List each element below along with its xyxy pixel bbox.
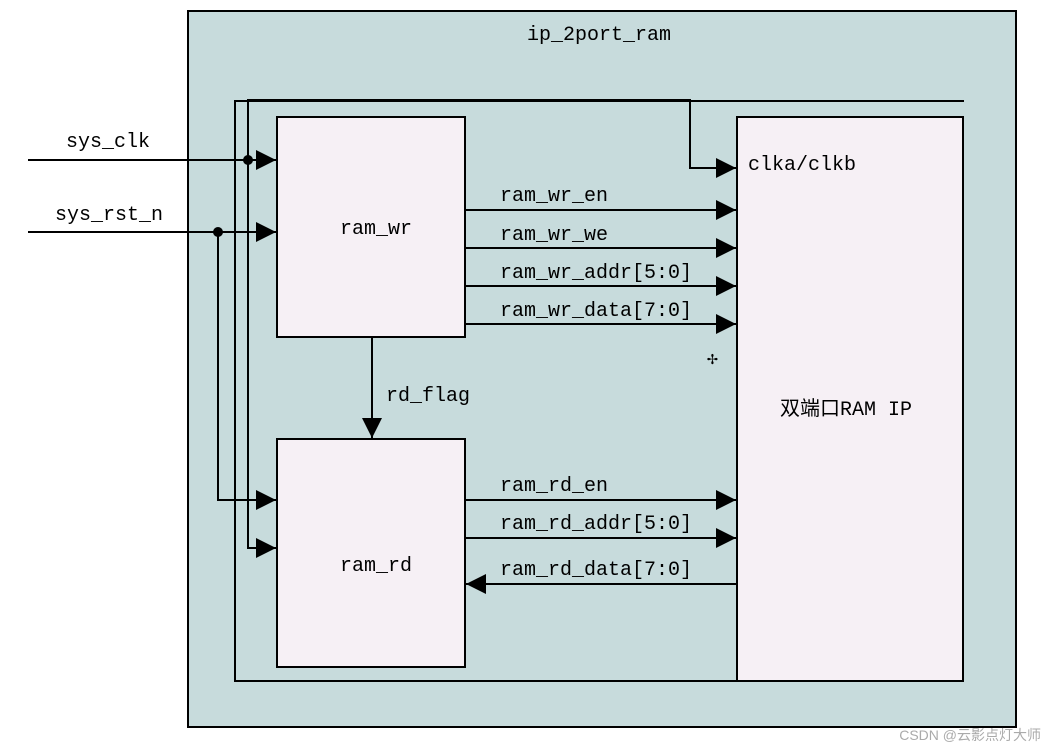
ram-wr-en-label: ram_wr_en [500,185,608,208]
clka-clkb-label: clka/clkb [748,154,856,177]
sys-clk-label: sys_clk [66,131,150,154]
ram-wr-label: ram_wr [340,218,412,241]
ram-rd-data-label: ram_rd_data[7:0] [500,559,692,582]
sys-rst-n-label: sys_rst_n [55,204,163,227]
ram-rd-en-label: ram_rd_en [500,475,608,498]
ram-rd-addr-label: ram_rd_addr[5:0] [500,513,692,536]
ram-wr-addr-label: ram_wr_addr[5:0] [500,262,692,285]
ram-wr-data-label: ram_wr_data[7:0] [500,300,692,323]
cursor-icon: ✢ [707,348,718,370]
title-label: ip_2port_ram [527,24,671,47]
ram-ip-label: 双端口RAM IP [780,392,912,422]
ram-rd-block [276,438,466,668]
watermark: CSDN @云影点灯大师 [899,725,1041,745]
ram-wr-we-label: ram_wr_we [500,224,608,247]
rd-flag-label: rd_flag [386,385,470,408]
ram-rd-label: ram_rd [340,555,412,578]
